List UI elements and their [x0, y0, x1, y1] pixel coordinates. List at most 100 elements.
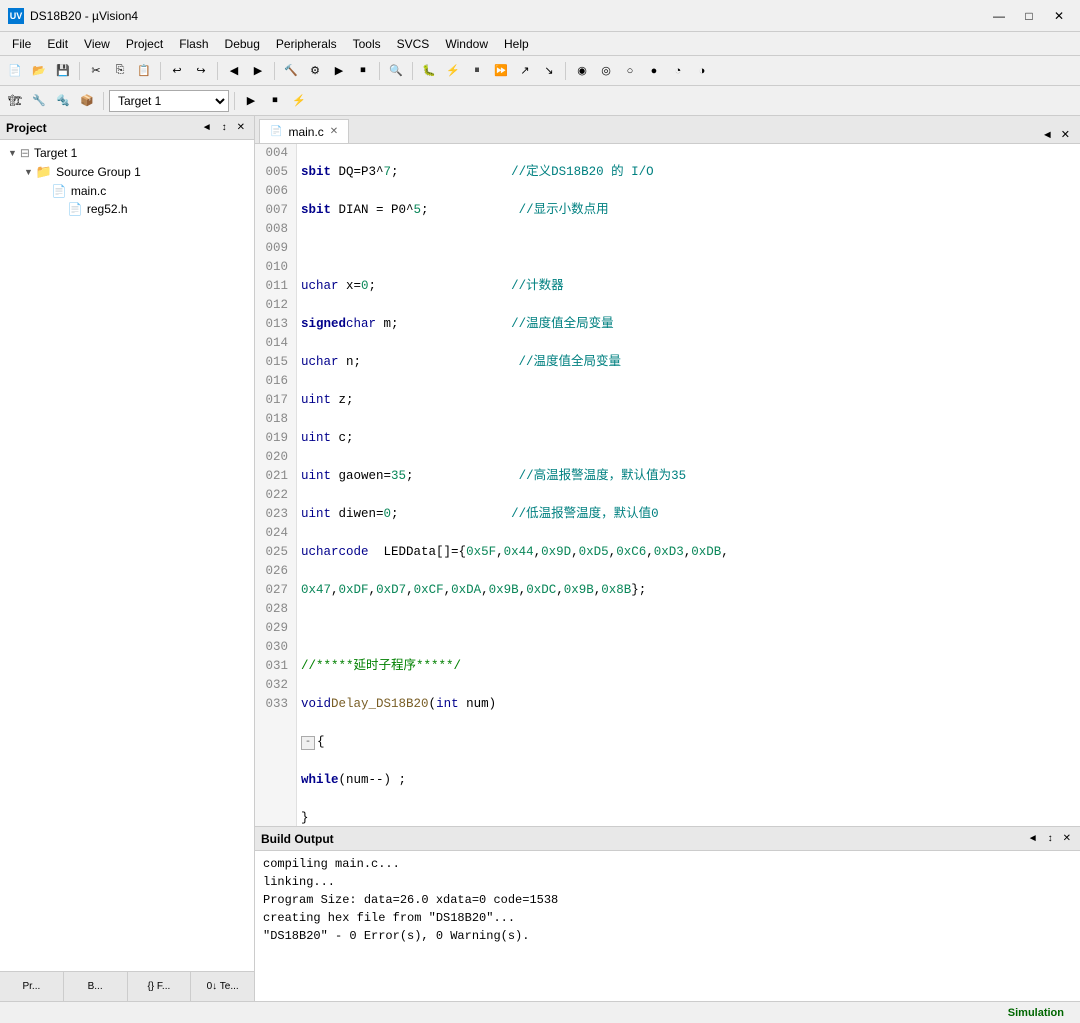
proj-btn2[interactable]: 🔧: [28, 90, 50, 112]
run-btn[interactable]: ▶: [240, 90, 262, 112]
build2[interactable]: ⚙: [304, 60, 326, 82]
ln-006: 006: [255, 182, 292, 201]
menu-item-help[interactable]: Help: [496, 35, 537, 53]
proj-tab-3[interactable]: 0↓ Te...: [191, 972, 254, 1001]
mem5[interactable]: ◔: [667, 60, 689, 82]
menu-item-edit[interactable]: Edit: [39, 35, 76, 53]
build-output: Build Output ◄ ↕ ✕ compiling main.c... l…: [255, 826, 1080, 1001]
save-button[interactable]: 💾: [52, 60, 74, 82]
debug1[interactable]: 🐛: [418, 60, 440, 82]
menu-item-window[interactable]: Window: [437, 35, 496, 53]
proj-btn3[interactable]: 🔩: [52, 90, 74, 112]
proj-tab-1[interactable]: B...: [64, 972, 128, 1001]
code-line-005: sbit DIAN = P0^5; //显示小数点用: [301, 201, 1076, 220]
code-line-009: uchar n; //温度值全局变量: [301, 353, 1076, 372]
minimize-button[interactable]: —: [986, 6, 1012, 26]
tree-item-sourcegroup1[interactable]: ▼ 📁 Source Group 1: [0, 162, 254, 182]
code-line-012: uint gaowen=35; //高温报警温度，默认值为35: [301, 467, 1076, 486]
editor-tab-mainc[interactable]: 📄 main.c ✕: [259, 119, 349, 143]
ln-012: 012: [255, 296, 292, 315]
mem2[interactable]: ◎: [595, 60, 617, 82]
fold-019[interactable]: -: [301, 736, 315, 750]
panel-pin-icon[interactable]: ◄: [199, 121, 215, 134]
menu-item-debug[interactable]: Debug: [217, 35, 268, 53]
tree-item-mainc[interactable]: ▼ 📄 main.c: [0, 182, 254, 200]
paste-button[interactable]: 📋: [133, 60, 155, 82]
code-line-015: 0x47,0xDF,0xD7,0xCF,0xDA,0x9B,0xDC,0x9B,…: [301, 581, 1076, 600]
target-select[interactable]: Target 1: [109, 90, 229, 112]
debug4[interactable]: ⏩: [490, 60, 512, 82]
copy-button[interactable]: ⎘: [109, 60, 131, 82]
menu-item-file[interactable]: File: [4, 35, 39, 53]
dbg-btn[interactable]: ⚡: [288, 90, 310, 112]
redo-button[interactable]: ↪: [190, 60, 212, 82]
menu-item-project[interactable]: Project: [118, 35, 171, 53]
mem3[interactable]: ○: [619, 60, 641, 82]
debug3[interactable]: ⏸: [466, 60, 488, 82]
build1[interactable]: 🔨: [280, 60, 302, 82]
debug2[interactable]: ⚡: [442, 60, 464, 82]
build-pin-icon[interactable]: ◄: [1025, 832, 1041, 845]
menu-item-tools[interactable]: Tools: [345, 35, 389, 53]
c-file-icon: 📄: [52, 184, 67, 198]
close-button[interactable]: ✕: [1046, 6, 1072, 26]
tab-ctrl-close[interactable]: ✕: [1059, 126, 1072, 143]
menu-item-svcs[interactable]: SVCS: [389, 35, 438, 53]
new-button[interactable]: 📄: [4, 60, 26, 82]
build-float-icon[interactable]: ↕: [1045, 832, 1056, 845]
ln-021: 021: [255, 467, 292, 486]
panel-float-icon[interactable]: ↕: [219, 121, 230, 134]
mem6[interactable]: ◑: [691, 60, 713, 82]
sep3: [217, 62, 218, 80]
code-line-008: signed char m; //温度值全局变量: [301, 315, 1076, 334]
menu-item-view[interactable]: View: [76, 35, 118, 53]
mem4[interactable]: ●: [643, 60, 665, 82]
build-line-3: creating hex file from "DS18B20"...: [263, 909, 1072, 927]
proj-tab-2[interactable]: {} F...: [128, 972, 192, 1001]
debug6[interactable]: ↘: [538, 60, 560, 82]
open-button[interactable]: 📂: [28, 60, 50, 82]
folder-icon: 📁: [36, 164, 52, 180]
nav-fwd[interactable]: ▶: [247, 60, 269, 82]
arrow-sourcegroup1: ▼: [24, 167, 33, 177]
tree-label-sourcegroup1: Source Group 1: [56, 165, 141, 179]
ln-007: 007: [255, 201, 292, 220]
tree-label-target1: Target 1: [34, 146, 77, 160]
find-button[interactable]: 🔍: [385, 60, 407, 82]
main-area: Project ◄ ↕ ✕ ▼ ⊟ Target 1 ▼ 📁 Source Gr…: [0, 116, 1080, 1001]
build4[interactable]: ⏹: [352, 60, 374, 82]
sep5: [379, 62, 380, 80]
ln-031: 031: [255, 657, 292, 676]
proj-btn4[interactable]: 📦: [76, 90, 98, 112]
menu-item-flash[interactable]: Flash: [171, 35, 216, 53]
code-editor[interactable]: 004 005 006 007 008 009 010 011 012 013 …: [255, 144, 1080, 826]
build-line-2: Program Size: data=26.0 xdata=0 code=153…: [263, 891, 1072, 909]
nav-back[interactable]: ◀: [223, 60, 245, 82]
debug5[interactable]: ↗: [514, 60, 536, 82]
tree-item-reg52h[interactable]: ▼ 📄 reg52.h: [0, 200, 254, 218]
editor-area: 📄 main.c ✕ ◄ ✕ 004 005 006 007 008 009 0…: [255, 116, 1080, 1001]
mem1[interactable]: ◉: [571, 60, 593, 82]
code-line-013: uint diwen=0; //低温报警温度，默认值0: [301, 505, 1076, 524]
undo-button[interactable]: ↩: [166, 60, 188, 82]
maximize-button[interactable]: □: [1016, 6, 1042, 26]
ln-025: 025: [255, 543, 292, 562]
build-close-icon[interactable]: ✕: [1060, 832, 1074, 845]
proj-btn1[interactable]: 🏗: [4, 90, 26, 112]
code-line-020: while(num--) ;: [301, 771, 1076, 790]
stop-btn[interactable]: ⏹: [264, 90, 286, 112]
sep2: [160, 62, 161, 80]
tab-close-icon[interactable]: ✕: [330, 126, 338, 137]
project-panel-title: Project: [6, 121, 47, 135]
sep8: [103, 92, 104, 110]
build3[interactable]: ▶: [328, 60, 350, 82]
code-content[interactable]: sbit DQ=P3^7; //定义DS18B20 的 I/O sbit DIA…: [297, 144, 1080, 826]
sep9: [234, 92, 235, 110]
panel-close-icon[interactable]: ✕: [234, 121, 248, 134]
menu-item-peripherals[interactable]: Peripherals: [268, 35, 345, 53]
tab-ctrl-pin[interactable]: ◄: [1040, 127, 1055, 143]
status-bar: Simulation: [0, 1001, 1080, 1023]
tree-item-target1[interactable]: ▼ ⊟ Target 1: [0, 144, 254, 162]
proj-tab-0[interactable]: Pr...: [0, 972, 64, 1001]
cut-button[interactable]: ✂: [85, 60, 107, 82]
